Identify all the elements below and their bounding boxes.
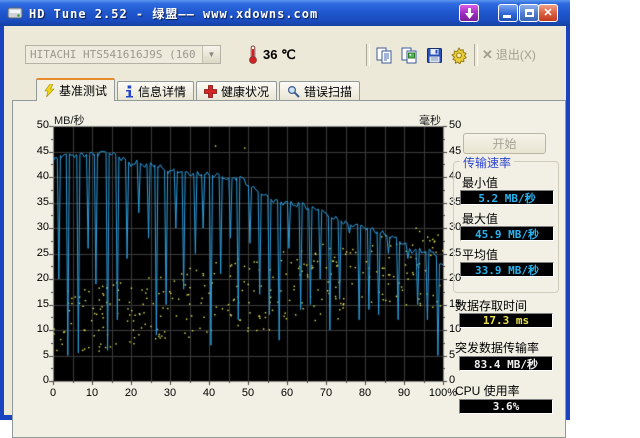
tab-strip: 基准测试 信息详情 健康状况 错误扫描 [36, 78, 362, 101]
left-axis-tick-label: 50 [36, 119, 49, 131]
chevron-down-icon[interactable]: ▼ [202, 46, 220, 63]
left-axis-tick-label: 0 [42, 374, 49, 386]
tab-health[interactable]: 健康状况 [196, 81, 278, 101]
left-axis-tick-label: 5 [42, 348, 49, 361]
maximize-button[interactable] [519, 4, 539, 22]
tab-benchmark[interactable]: 基准测试 [36, 78, 116, 101]
toolbar-separator [366, 44, 370, 66]
transfer-rate-group: 传输速率 最小值 5.2 MB/秒 最大值 45.9 MB/秒 平均值 33.9… [453, 154, 559, 293]
x-axis-tick-label: 40 [202, 387, 216, 399]
max-value: 45.9 MB/秒 [475, 227, 539, 241]
app-window: HD Tune 2.52 - 绿盟—— www.xdowns.com ✕ HIT… [0, 0, 570, 438]
avg-label: 平均值 [462, 248, 499, 262]
window-content: HITACHI HTS541616J9S (160 GB) ▼ 36 ℃ [4, 26, 566, 438]
titlebar[interactable]: HD Tune 2.52 - 绿盟—— www.xdowns.com ✕ [0, 0, 570, 26]
minimize-icon [503, 15, 511, 18]
exit-button[interactable]: ✕ 退出(X) [482, 46, 536, 63]
exit-label: 退出(X) [495, 48, 536, 62]
tab-info[interactable]: 信息详情 [117, 81, 195, 101]
tab-label: 健康状况 [221, 85, 270, 99]
x-axis-tick-label: 60 [280, 387, 294, 399]
x-axis-tick-label: 10 [85, 387, 99, 399]
access-time-value: 17.3 ms [482, 314, 530, 327]
left-axis-tick-label: 10 [36, 323, 49, 335]
avg-value: 33.9 MB/秒 [475, 263, 539, 277]
tab-label: 信息详情 [138, 85, 187, 99]
info-icon [125, 85, 134, 98]
copy-text-button[interactable] [374, 45, 394, 65]
transfer-rate-group-title: 传输速率 [460, 154, 515, 171]
avg-value-box: 33.9 MB/秒 [460, 262, 554, 277]
copy-image-button[interactable] [399, 45, 419, 65]
max-value-box: 45.9 MB/秒 [460, 226, 554, 241]
x-axis-tick-label: 20 [124, 387, 138, 399]
cpu-usage-value-box: 3.6% [459, 399, 553, 414]
max-label: 最大值 [462, 212, 499, 226]
window-title: HD Tune 2.52 - 绿盟—— www.xdowns.com [29, 6, 319, 21]
download-button[interactable] [459, 4, 479, 22]
x-axis-tick-label: 70 [319, 387, 333, 399]
access-time-value-box: 17.3 ms [459, 313, 553, 328]
burst-rate-label: 突发数据传输率 [455, 341, 540, 355]
close-button[interactable]: ✕ [538, 4, 558, 22]
left-axis-tick-label: 25 [36, 246, 49, 259]
drive-select[interactable]: HITACHI HTS541616J9S (160 GB) ▼ [25, 45, 221, 64]
x-axis-tick-label: 30 [163, 387, 177, 399]
tab-label: 错误扫描 [304, 85, 353, 99]
copy-text-icon [376, 47, 391, 63]
save-button[interactable] [424, 45, 444, 65]
left-axis-tick-label: 15 [36, 297, 49, 310]
start-button[interactable]: 开始 [463, 133, 546, 154]
cpu-usage-value: 3.6% [492, 400, 520, 413]
benchmark-icon [44, 84, 55, 97]
start-button-label: 开始 [492, 137, 517, 151]
options-icon [451, 47, 467, 64]
burst-rate-value: 83.4 MB/秒 [474, 357, 538, 371]
right-axis-tick-label: 50 [449, 119, 462, 131]
access-time-label: 数据存取时间 [455, 299, 528, 313]
left-axis-tick-label: 45 [36, 144, 49, 157]
exit-icon: ✕ [482, 46, 493, 62]
tab-label: 基准测试 [59, 84, 108, 98]
benchmark-panel: 0 0 5 5 10 10 15 15 20 20 25 25 30 30 35 35 40 40 45 45 50 50… [12, 100, 566, 438]
down-arrow-icon [464, 7, 474, 19]
maximize-icon [524, 9, 534, 17]
options-button[interactable] [449, 45, 469, 65]
temperature-indicator: 36 ℃ [248, 45, 296, 64]
x-axis-tick-label: 0 [49, 387, 57, 399]
burst-rate-value-box: 83.4 MB/秒 [459, 356, 553, 371]
left-axis-tick-label: 35 [36, 195, 49, 208]
copy-image-icon [401, 47, 416, 63]
x-axis-tick-label: 50 [241, 387, 255, 399]
scan-icon [287, 85, 300, 98]
close-icon: ✕ [543, 6, 553, 19]
right-axis-unit-label: 毫秒 [419, 115, 441, 127]
min-value: 5.2 MB/秒 [478, 191, 536, 205]
chart-plot [27, 107, 463, 397]
temperature-value: 36 ℃ [263, 46, 296, 62]
cpu-usage-label: CPU 使用率 [455, 384, 520, 398]
minimize-button[interactable] [498, 4, 518, 22]
toolbar-separator [474, 44, 478, 66]
health-icon [204, 85, 217, 98]
save-icon [426, 47, 442, 63]
left-axis-tick-label: 20 [36, 272, 49, 284]
min-label: 最小值 [462, 176, 499, 190]
x-axis-tick-label: 80 [358, 387, 372, 399]
left-axis-tick-label: 40 [36, 170, 49, 182]
tab-error-scan[interactable]: 错误扫描 [279, 81, 361, 101]
thermometer-icon [249, 45, 257, 64]
app-icon [7, 7, 23, 19]
drive-select-value: HITACHI HTS541616J9S (160 GB) [30, 48, 202, 61]
left-axis-unit-label: MB/秒 [54, 115, 85, 127]
benchmark-chart: 0 0 5 5 10 10 15 15 20 20 25 25 30 30 35 35 40 40 45 45 50 50… [13, 101, 473, 411]
left-axis-tick-label: 30 [36, 221, 49, 233]
min-value-box: 5.2 MB/秒 [460, 190, 554, 205]
x-axis-tick-label: 90 [397, 387, 411, 399]
